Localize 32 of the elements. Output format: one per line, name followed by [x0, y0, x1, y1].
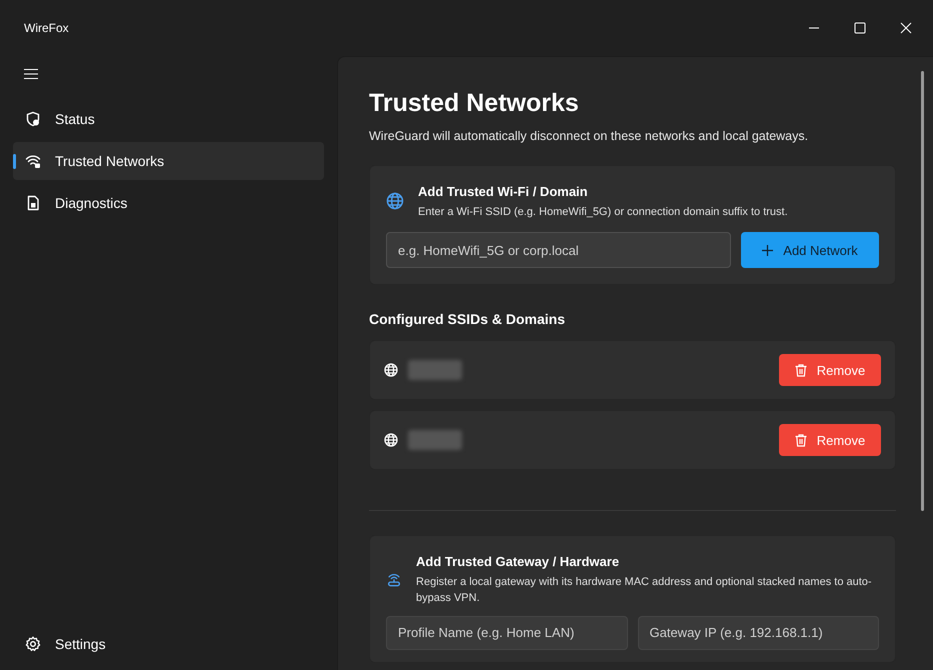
trash-icon [794, 434, 807, 447]
document-icon [25, 195, 41, 211]
card-title: Add Trusted Wi-Fi / Domain [418, 183, 589, 202]
gear-icon [25, 636, 41, 652]
close-icon [900, 22, 912, 34]
shield-icon [25, 111, 41, 127]
input-field[interactable]: Profile Name (e.g. Home LAN) [386, 616, 628, 650]
trash-icon [794, 364, 807, 377]
nav-item[interactable]: Diagnostics [13, 184, 324, 222]
card-title: Add Trusted Gateway / Hardware [416, 553, 620, 572]
globe-icon [386, 192, 404, 210]
remove-button[interactable]: Remove [779, 424, 881, 456]
page-subtitle: WireGuard will automatically disconnect on these networks and local gateways. [369, 128, 810, 145]
window-title: WireFox [24, 20, 69, 37]
plus-icon [762, 244, 774, 256]
globe-icon [384, 363, 398, 378]
card-description: Register a local gateway with its hardware MAC address and optional stacked names to auto-bypass VPN. [416, 574, 873, 606]
scrollbar[interactable] [921, 71, 924, 511]
wifi-icon [25, 153, 41, 169]
page-title: Trusted Networks [369, 88, 580, 119]
settings-item[interactable]: Settings [13, 626, 324, 662]
remove-button[interactable]: Remove [779, 354, 881, 386]
maximize-icon [854, 22, 866, 34]
input-field[interactable]: e.g. HomeWifi_5G or corp.local [386, 232, 731, 268]
card-description: Enter a Wi-Fi SSID (e.g. HomeWifi_5G) or connection domain suffix to trust. [418, 204, 788, 220]
add-network-button[interactable]: Add Network [741, 232, 879, 268]
globe-icon [384, 433, 398, 448]
selection-indicator [13, 154, 16, 169]
nav-item[interactable]: Status [13, 100, 324, 138]
input-field[interactable]: Gateway IP (e.g. 192.168.1.1) [638, 616, 879, 650]
nav-item[interactable]: Trusted Networks [13, 142, 324, 180]
section-heading: Configured SSIDs & Domains [369, 310, 566, 330]
